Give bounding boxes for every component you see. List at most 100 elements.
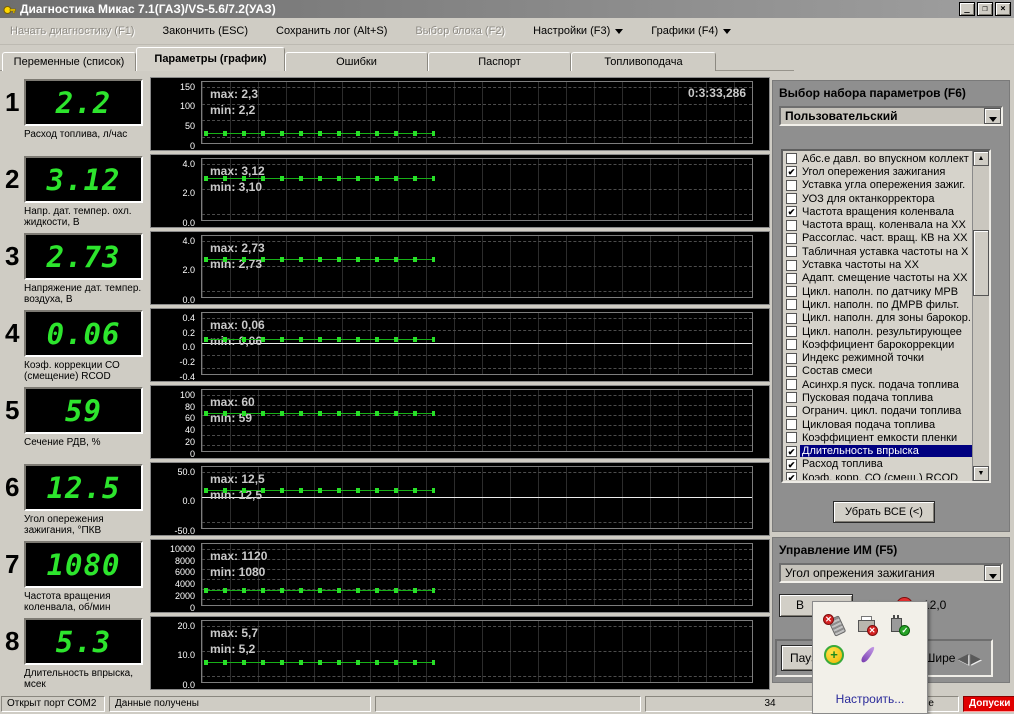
axis-tick-label: 10000 [169,543,195,554]
menu-item-finish[interactable]: Закончить (ESC) [162,25,248,37]
checkbox-icon[interactable] [786,193,797,205]
title-bar: Диагностика Микас 7.1(ГАЗ)/VS-5.6/7.2(УА… [0,0,1014,18]
configure-menu-item[interactable]: Настроить... [813,692,927,706]
parameter-list-item[interactable]: Частота вращ. коленвала на ХХ [784,218,972,231]
parameter-label: Асинхр.я пуск. подача топлива [802,378,959,391]
printer-error-icon[interactable]: ✕ [856,614,878,636]
feather-icon[interactable] [856,644,878,666]
parameter-list-item[interactable]: Абс.е давл. во впускном коллект [784,152,972,165]
checkbox-icon[interactable] [786,272,797,284]
checkbox-checked-icon[interactable]: ✔ [786,445,797,457]
tray-popup: ✕ ✕ ✓ + Настроить... [812,601,928,714]
remove-all-button[interactable]: Убрать ВСЕ (<) [833,501,935,523]
list-scrollbar[interactable]: ▲ ▼ [972,151,989,481]
parameter-list-item[interactable]: Адапт. смещение частоты на ХХ [784,272,972,285]
parameter-list-item[interactable]: ✔ Частота вращения коленвала [784,205,972,218]
parameter-list-item[interactable]: ✔ Угол опережения зажигания [784,165,972,178]
im-combobox[interactable]: Угол опрежения зажигания [779,563,1003,583]
minimize-button[interactable]: _ [959,2,975,16]
parameter-list-item[interactable]: ✔ Коэф. корр. СО (смещ.) RCOD [784,471,972,480]
parameter-list-item[interactable]: Пусковая подача топлива [784,391,972,404]
checkbox-icon[interactable] [786,219,797,231]
parameter-list-item[interactable]: Состав смеси [784,365,972,378]
lcd-display: 12.5 [24,464,143,511]
parameter-list-item[interactable]: Огранич. цикл. подачи топлива [784,405,972,418]
checkbox-checked-icon[interactable]: ✔ [786,206,797,218]
menu-item-save-log[interactable]: Сохранить лог (Alt+S) [276,25,387,37]
checkbox-icon[interactable] [786,326,797,337]
checkbox-checked-icon[interactable]: ✔ [786,166,797,178]
parameter-list-item[interactable]: Табличная уставка частоты на Х [784,245,972,258]
checkbox-icon[interactable] [786,419,797,431]
wider-arrow-icon[interactable]: ▶ [970,650,981,667]
parameter-list-item[interactable]: Индекс режимной точки [784,351,972,364]
parameter-list-item[interactable]: Коэффициент барокоррекции [784,338,972,351]
checkbox-icon[interactable] [786,299,797,311]
checkbox-icon[interactable] [786,365,797,377]
lcd-display: 2.73 [24,233,143,280]
max-label: max: 1120 [210,549,268,563]
tab-errors[interactable]: Ошибки [285,52,428,71]
min-label: min: 1080 [210,565,266,579]
restore-button[interactable]: ❐ [977,2,993,16]
max-label: max: 2,3 [210,87,259,101]
preset-combobox[interactable]: Пользовательский [779,106,1003,126]
parameter-list-item[interactable]: Цикл. наполн. результирующее [784,325,972,338]
menu-item-settings[interactable]: Настройки (F3) [533,25,624,37]
parameter-label: Коэффициент емкости пленки [802,431,958,444]
parameter-list-item[interactable]: ✔ Расход топлива [784,458,972,471]
parameter-list-item[interactable]: Цикл. наполн. для зоны барокор. [784,312,972,325]
scroll-thumb[interactable] [973,230,989,297]
usb-connected-icon[interactable]: ✓ [888,614,911,636]
tab-passport[interactable]: Паспорт [428,52,571,71]
checkbox-icon[interactable] [786,379,797,391]
checkbox-icon[interactable] [786,352,797,364]
checkbox-icon[interactable] [786,339,797,351]
tab-fuel-delivery[interactable]: Топливоподача [571,52,716,71]
checkbox-icon[interactable] [786,259,797,271]
close-button[interactable]: × [995,2,1011,16]
narrower-arrow-icon[interactable]: ◀ [957,650,968,667]
im-dropdown-button[interactable] [984,565,1001,581]
tab-variables-list[interactable]: Переменные (список) [2,52,136,71]
menu-item-start-diagnostics[interactable]: Начать диагностику (F1) [10,25,134,37]
parameter-list-item[interactable]: Рассоглас. част. вращ. КВ на ХХ [784,232,972,245]
tab-parameters-graph[interactable]: Параметры (график) [136,47,285,71]
menu-bar: Начать диагностику (F1) Закончить (ESC) Со… [0,18,1014,45]
parameter-list-item[interactable]: ✔ Длительность впрыска [784,445,972,458]
checkbox-icon[interactable] [786,392,797,404]
scroll-down-icon[interactable]: ▼ [973,466,989,481]
checkbox-icon[interactable] [786,312,797,324]
checkbox-checked-icon[interactable]: ✔ [786,458,797,470]
grid-line [202,625,752,627]
checkbox-icon[interactable] [786,405,797,417]
grid-line [202,424,752,426]
parameter-list-item[interactable]: Цикл. наполн. по датчику МРВ [784,285,972,298]
checkbox-icon[interactable] [786,232,797,244]
parameter-list-item[interactable]: Асинхр.я пуск. подача топлива [784,378,972,391]
parameter-list-item[interactable]: Цикловая подача топлива [784,418,972,431]
grid-line [202,548,752,550]
parameter-list-item[interactable]: Цикл. наполн. по ДМРВ фильт. [784,298,972,311]
checkbox-icon[interactable] [786,246,797,258]
scroll-up-icon[interactable]: ▲ [973,151,989,166]
add-ball-icon[interactable]: + [823,644,845,666]
grid-line [202,434,752,436]
parameter-label: Адапт. смещение частоты на ХХ [802,272,968,285]
menu-item-graphs[interactable]: Графики (F4) [651,25,732,37]
menu-item-block-select[interactable]: Выбор блока (F2) [415,25,505,37]
checkbox-checked-icon[interactable]: ✔ [786,472,797,480]
preset-dropdown-button[interactable] [984,108,1001,124]
checkbox-icon[interactable] [786,153,797,165]
parameter-list-item[interactable]: УОЗ для октанкорректора [784,192,972,205]
checkbox-icon[interactable] [786,179,797,191]
parameter-label: УОЗ для октанкорректора [802,192,935,205]
cross-badge-icon: ✕ [866,625,878,636]
parameter-list-item[interactable]: Уставка частоты на ХХ [784,258,972,271]
parameter-list-item[interactable]: Уставка угла опережения зажиг. [784,179,972,192]
checkbox-icon[interactable] [786,286,797,298]
checkbox-icon[interactable] [786,432,797,444]
data-series-line [204,131,435,137]
cell-disabled-icon[interactable]: ✕ [823,614,847,637]
parameter-list-item[interactable]: Коэффициент емкости пленки [784,431,972,444]
